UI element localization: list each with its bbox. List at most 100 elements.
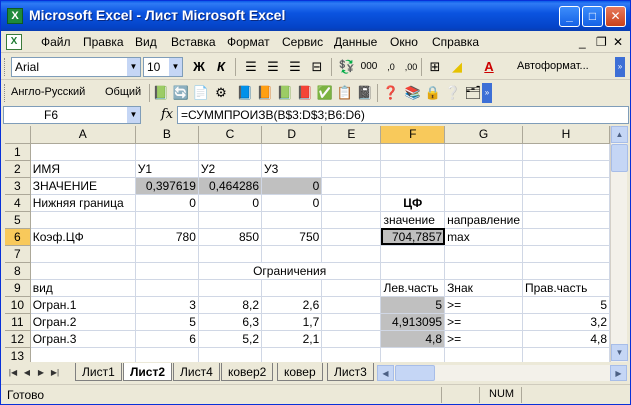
row-header[interactable]: 9 bbox=[5, 279, 31, 297]
cell-a12[interactable]: Огран.3 bbox=[30, 330, 136, 348]
cell-h11[interactable]: 3,2 bbox=[522, 313, 610, 331]
chevron-down-icon[interactable]: ▼ bbox=[127, 58, 140, 76]
column-header-e[interactable]: E bbox=[321, 126, 382, 144]
cell-c11[interactable]: 6,3 bbox=[198, 313, 263, 331]
cell-e2[interactable] bbox=[321, 160, 382, 178]
cell-d10[interactable]: 2,6 bbox=[261, 296, 323, 314]
cell-c6[interactable]: 850 bbox=[198, 228, 263, 246]
cell-f9[interactable]: Лев.часть bbox=[380, 279, 446, 297]
cell-c13[interactable] bbox=[198, 347, 263, 362]
cell-a13[interactable] bbox=[30, 347, 136, 362]
check-icon[interactable]: ✅ bbox=[315, 83, 335, 103]
lock-icon[interactable]: 🔒 bbox=[423, 83, 443, 103]
menu-window[interactable]: Окно bbox=[390, 35, 418, 49]
row-header[interactable]: 5 bbox=[5, 211, 31, 229]
column-header-h[interactable]: H bbox=[522, 126, 610, 144]
merge-center-icon[interactable]: ⊟ bbox=[307, 57, 327, 77]
formula-input[interactable]: =СУММПРОИЗВ(B$3:D$3;B6:D6) bbox=[177, 106, 629, 124]
tab-kover2[interactable]: ковер2 bbox=[221, 363, 274, 381]
cell-a11[interactable]: Огран.2 bbox=[30, 313, 136, 331]
row-header[interactable]: 12 bbox=[5, 330, 31, 348]
map-icon[interactable]: 🗂 bbox=[463, 83, 483, 103]
row-header[interactable]: 10 bbox=[5, 296, 31, 314]
cell-b9[interactable] bbox=[135, 279, 199, 297]
cell-e12[interactable] bbox=[321, 330, 382, 348]
cell-d4[interactable]: 0 bbox=[261, 194, 323, 212]
cell-b2[interactable]: У1 bbox=[135, 160, 199, 178]
cell-f6[interactable]: 704,7857 bbox=[380, 228, 446, 246]
cell-g6[interactable]: max bbox=[444, 228, 523, 246]
workbook-icon[interactable]: X bbox=[6, 34, 22, 50]
cell-f8[interactable] bbox=[380, 262, 446, 280]
cell-h3[interactable] bbox=[522, 177, 610, 195]
align-left-icon[interactable]: ☰ bbox=[241, 57, 261, 77]
cell-c3[interactable]: 0,464286 bbox=[198, 177, 263, 195]
cell-g9[interactable]: Знак bbox=[444, 279, 523, 297]
cell-d7[interactable] bbox=[261, 245, 323, 263]
cell-d6[interactable]: 750 bbox=[261, 228, 323, 246]
currency-icon[interactable]: 💱 bbox=[337, 57, 357, 77]
cell-a9[interactable]: вид bbox=[30, 279, 136, 297]
cell-f5[interactable]: значение bbox=[380, 211, 446, 229]
scroll-down-icon[interactable]: ▼ bbox=[611, 344, 628, 361]
cell-c10[interactable]: 8,2 bbox=[198, 296, 263, 314]
cell-b8[interactable] bbox=[135, 262, 199, 280]
font-color-icon[interactable]: A bbox=[479, 57, 499, 77]
cell-d9[interactable] bbox=[261, 279, 323, 297]
cell-e11[interactable] bbox=[321, 313, 382, 331]
cell-c4[interactable]: 0 bbox=[198, 194, 263, 212]
stack-icon[interactable]: 📚 bbox=[403, 83, 423, 103]
cell-b12[interactable]: 6 bbox=[135, 330, 199, 348]
scroll-right-icon[interactable]: ▶ bbox=[610, 365, 627, 381]
cell-c7[interactable] bbox=[198, 245, 263, 263]
worksheet-grid[interactable]: A B C D E F G H 1 2 ИМЯ У1 У2 У3 3 ЗНАЧЕНИЕ 0,397619 0,46… bbox=[5, 126, 610, 362]
vertical-scrollbar[interactable]: ▲ ▼ bbox=[610, 126, 628, 362]
toolbar-grip[interactable] bbox=[4, 84, 7, 102]
row-header[interactable]: 13 bbox=[5, 347, 31, 362]
cell-a4[interactable]: Нижняя граница bbox=[30, 194, 136, 212]
column-header-d[interactable]: D bbox=[261, 126, 323, 144]
cell-g1[interactable] bbox=[444, 143, 523, 161]
cell-g10[interactable]: >= bbox=[444, 296, 523, 314]
toolbar-overflow-icon[interactable]: » bbox=[615, 57, 625, 77]
cell-h7[interactable] bbox=[522, 245, 610, 263]
cell-f7[interactable] bbox=[380, 245, 446, 263]
cell-a1[interactable] bbox=[30, 143, 136, 161]
cell-g2[interactable] bbox=[444, 160, 523, 178]
cell-e1[interactable] bbox=[321, 143, 382, 161]
cell-g5[interactable]: направление bbox=[444, 211, 523, 229]
cell-c2[interactable]: У2 bbox=[198, 160, 263, 178]
menu-view[interactable]: Вид bbox=[135, 35, 157, 49]
settings-icon[interactable]: ⚙ bbox=[211, 83, 231, 103]
cell-b7[interactable] bbox=[135, 245, 199, 263]
chevron-down-icon[interactable]: ▼ bbox=[169, 58, 182, 76]
doc-minimize-button[interactable]: _ bbox=[579, 35, 586, 49]
menu-format[interactable]: Формат bbox=[227, 35, 270, 49]
cell-a10[interactable]: Огран.1 bbox=[30, 296, 136, 314]
cell-g4[interactable] bbox=[444, 194, 523, 212]
cell-g3[interactable] bbox=[444, 177, 523, 195]
cell-b5[interactable] bbox=[135, 211, 199, 229]
row-header[interactable]: 1 bbox=[5, 143, 31, 161]
cell-e5[interactable] bbox=[321, 211, 382, 229]
borders-icon[interactable]: ⊞ bbox=[425, 57, 445, 77]
cell-c1[interactable] bbox=[198, 143, 263, 161]
doc-icon[interactable]: 📋 bbox=[335, 83, 355, 103]
horizontal-scrollbar[interactable]: ◀ ▶ bbox=[377, 365, 627, 381]
select-all-corner[interactable] bbox=[5, 126, 31, 144]
maximize-button[interactable]: □ bbox=[582, 6, 603, 27]
cell-b3[interactable]: 0,397619 bbox=[135, 177, 199, 195]
cell-e4[interactable] bbox=[321, 194, 382, 212]
tab-sheet2[interactable]: Лист2 bbox=[123, 363, 173, 381]
column-header-g[interactable]: G bbox=[444, 126, 523, 144]
decrease-decimal-icon[interactable]: ,00 bbox=[401, 57, 421, 77]
cell-h6[interactable] bbox=[522, 228, 610, 246]
cell-d11[interactable]: 1,7 bbox=[261, 313, 323, 331]
cell-d3[interactable]: 0 bbox=[261, 177, 323, 195]
cell-e13[interactable] bbox=[321, 347, 382, 362]
cell-c8[interactable]: Ограничения bbox=[198, 262, 382, 280]
cell-h13[interactable] bbox=[522, 347, 610, 362]
tab-sheet3[interactable]: Лист3 bbox=[327, 363, 374, 381]
cell-h8[interactable] bbox=[522, 262, 610, 280]
cell-h9[interactable]: Прав.часть bbox=[522, 279, 610, 297]
